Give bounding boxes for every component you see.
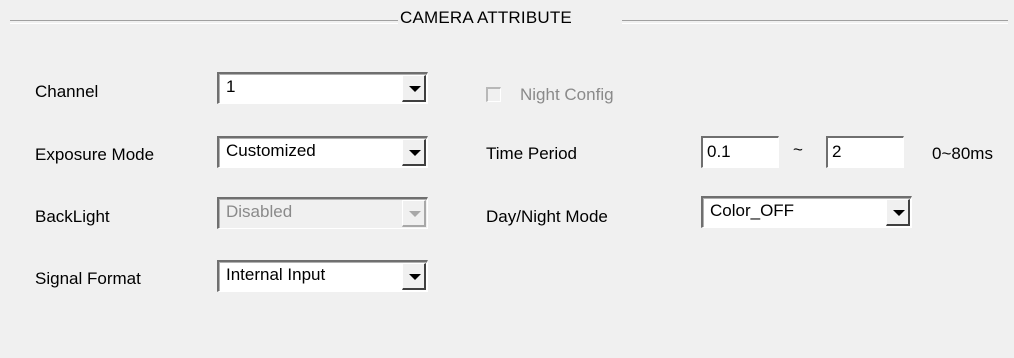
- chevron-down-icon: [409, 150, 421, 156]
- group-title: CAMERA ATTRIBUTE: [398, 8, 574, 28]
- time-period-from-value: 0.1: [707, 142, 731, 161]
- backlight-label: BackLight: [35, 207, 110, 226]
- channel-dropdown-button[interactable]: [402, 75, 426, 102]
- signal-format-value: Internal Input: [226, 265, 326, 284]
- time-period-range-hint: 0~80ms: [932, 144, 993, 163]
- day-night-mode-value: Color_OFF: [710, 201, 795, 220]
- night-config-checkbox[interactable]: [486, 87, 501, 102]
- backlight-dropdown-button[interactable]: [402, 200, 426, 227]
- channel-value: 1: [226, 77, 236, 96]
- time-period-from-input[interactable]: 0.1: [701, 136, 779, 168]
- day-night-mode-select[interactable]: Color_OFF: [701, 196, 912, 228]
- group-divider-right: [622, 20, 1008, 24]
- time-period-to-value: 2: [832, 142, 842, 161]
- exposure-mode-dropdown-button[interactable]: [402, 139, 426, 166]
- time-period-to-input[interactable]: 2: [826, 136, 904, 168]
- time-period-label: Time Period: [486, 144, 578, 163]
- group-divider-left: [10, 20, 398, 24]
- channel-label: Channel: [35, 82, 99, 101]
- day-night-mode-dropdown-button[interactable]: [886, 199, 910, 226]
- exposure-mode-select[interactable]: Customized: [217, 136, 428, 168]
- exposure-mode-value: Customized: [226, 141, 316, 160]
- time-period-separator: ~: [793, 140, 803, 159]
- backlight-value: Disabled: [226, 202, 293, 221]
- night-config-label: Night Config: [520, 85, 614, 104]
- channel-select[interactable]: 1: [217, 72, 428, 104]
- backlight-select[interactable]: Disabled: [217, 197, 428, 229]
- chevron-down-icon: [409, 274, 421, 280]
- signal-format-select[interactable]: Internal Input: [217, 260, 428, 292]
- signal-format-label: Signal Format: [35, 269, 141, 288]
- chevron-down-icon: [893, 210, 905, 216]
- exposure-mode-label: Exposure Mode: [35, 145, 155, 164]
- chevron-down-icon: [409, 211, 421, 217]
- chevron-down-icon: [409, 86, 421, 92]
- day-night-mode-label: Day/Night Mode: [486, 207, 608, 226]
- signal-format-dropdown-button[interactable]: [402, 263, 426, 290]
